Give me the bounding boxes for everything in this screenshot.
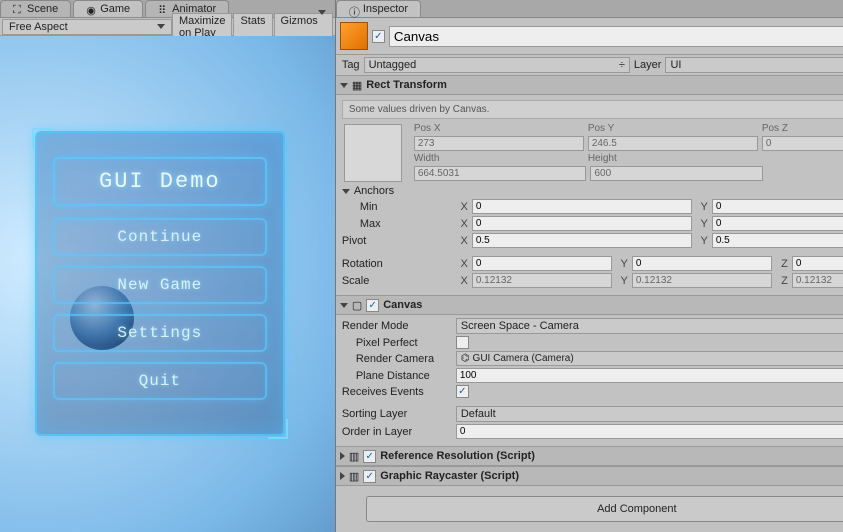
anchor-max-label: Max — [342, 218, 452, 230]
pixel-perfect-checkbox[interactable] — [456, 336, 469, 349]
tab-inspector[interactable]: ⓘInspector — [336, 0, 421, 17]
menu-title: GUI Demo — [53, 157, 267, 206]
camera-icon: ⌬ — [461, 353, 470, 364]
rect-transform-title: Rect Transform — [366, 79, 843, 91]
rect-transform-icon: ▦ — [352, 79, 362, 92]
foldout-icon — [340, 472, 345, 480]
refres-title: Reference Resolution (Script) — [380, 450, 843, 462]
reference-resolution-header[interactable]: ▥ ✓ Reference Resolution (Script) ✿ — [336, 446, 843, 466]
width-input[interactable] — [414, 166, 587, 181]
tag-dropdown[interactable]: Untagged÷ — [364, 57, 630, 73]
canvas-component-title: Canvas — [383, 299, 843, 311]
layer-dropdown[interactable]: UI÷ — [665, 57, 843, 73]
animator-icon: ⠿ — [158, 4, 168, 14]
posx-input[interactable] — [414, 136, 584, 151]
raycaster-title: Graphic Raycaster (Script) — [380, 470, 843, 482]
settings-button[interactable]: Settings — [53, 314, 267, 352]
tag-label: Tag — [342, 59, 360, 71]
pivot-x[interactable] — [472, 233, 692, 248]
rect-info: Some values driven by Canvas. — [342, 100, 843, 119]
render-camera-label: Render Camera — [342, 353, 452, 365]
canvas-component-header[interactable]: ▢ ✓ Canvas ✿ — [336, 295, 843, 315]
tab-game[interactable]: ◉Game — [73, 0, 143, 17]
rot-y[interactable] — [632, 256, 772, 271]
chevron-down-icon — [157, 24, 165, 29]
pixel-perfect-label: Pixel Perfect — [342, 337, 452, 349]
posy-input[interactable] — [588, 136, 758, 151]
refres-enable-checkbox[interactable]: ✓ — [363, 450, 376, 463]
render-camera-field[interactable]: ⌬GUI Camera (Camera) — [456, 351, 843, 366]
gui-menu-panel: GUI Demo Continue New Game Settings Quit — [35, 131, 285, 436]
game-icon: ◉ — [86, 4, 96, 14]
inspector-icon: ⓘ — [349, 4, 359, 14]
newgame-button[interactable]: New Game — [53, 266, 267, 304]
height-input[interactable] — [590, 166, 763, 181]
rot-x[interactable] — [472, 256, 612, 271]
add-component-button[interactable]: Add Component — [366, 496, 843, 522]
posz-label: Pos Z — [762, 123, 843, 134]
gameobject-icon[interactable] — [340, 22, 368, 50]
render-mode-label: Render Mode — [342, 320, 452, 332]
sorting-layer-dropdown[interactable]: Default÷ — [456, 406, 843, 422]
anchor-preset-button[interactable] — [344, 124, 402, 182]
scale-z[interactable] — [792, 273, 843, 288]
posx-label: Pos X — [414, 123, 584, 134]
width-label: Width — [414, 153, 584, 164]
graphic-raycaster-header[interactable]: ▥ ✓ Graphic Raycaster (Script) ✿ — [336, 466, 843, 486]
plane-distance-input[interactable] — [456, 368, 843, 383]
foldout-icon — [340, 303, 348, 308]
chevron-down-icon — [318, 10, 326, 27]
foldout-icon — [340, 452, 345, 460]
script-icon: ▥ — [349, 470, 359, 483]
posy-label: Pos Y — [588, 123, 758, 134]
anchors-foldout-icon[interactable] — [342, 189, 350, 194]
continue-button[interactable]: Continue — [53, 218, 267, 256]
anchor-min-y[interactable] — [712, 199, 843, 214]
tab-scene[interactable]: ⛶Scene — [0, 0, 71, 17]
height-label: Height — [588, 153, 758, 164]
scene-icon: ⛶ — [13, 4, 23, 14]
order-label: Order in Layer — [342, 426, 452, 438]
scale-x[interactable] — [472, 273, 612, 288]
inspector-header: ✓ Static — [336, 18, 843, 55]
anchor-max-x[interactable] — [472, 216, 692, 231]
layer-label: Layer — [634, 59, 662, 71]
rot-z[interactable] — [792, 256, 843, 271]
receives-events-label: Receives Events — [342, 386, 452, 398]
scale-label: Scale — [342, 275, 452, 287]
scale-y[interactable] — [632, 273, 772, 288]
object-name-input[interactable] — [389, 26, 843, 47]
anchor-min-x[interactable] — [472, 199, 692, 214]
anchor-max-y[interactable] — [712, 216, 843, 231]
active-checkbox[interactable]: ✓ — [372, 30, 385, 43]
rect-transform-header[interactable]: ▦ Rect Transform ✿ — [336, 75, 843, 95]
right-tabbar: ⓘInspector 🔒 ≡ — [336, 0, 843, 18]
render-mode-dropdown[interactable]: Screen Space - Camera÷ — [456, 318, 843, 334]
receives-events-checkbox[interactable]: ✓ — [456, 385, 469, 398]
pivot-y[interactable] — [712, 233, 843, 248]
pivot-label: Pivot — [342, 235, 452, 247]
aspect-dropdown[interactable]: Free Aspect — [2, 19, 172, 35]
sorting-layer-label: Sorting Layer — [342, 408, 452, 420]
canvas-component-icon: ▢ — [352, 299, 362, 312]
script-icon: ▥ — [349, 450, 359, 463]
rotation-label: Rotation — [342, 258, 452, 270]
posz-input[interactable] — [762, 136, 843, 151]
canvas-enable-checkbox[interactable]: ✓ — [366, 299, 379, 312]
order-input[interactable] — [456, 424, 843, 439]
game-viewport: GUI Demo Continue New Game Settings Quit — [0, 36, 335, 532]
raycaster-enable-checkbox[interactable]: ✓ — [363, 470, 376, 483]
foldout-icon — [340, 83, 348, 88]
quit-button[interactable]: Quit — [53, 362, 267, 400]
anchors-label: Anchors — [354, 185, 394, 197]
game-toolbar: Free Aspect Maximize on Play Stats Gizmo… — [0, 18, 335, 36]
plane-distance-label: Plane Distance — [342, 370, 452, 382]
anchor-min-label: Min — [342, 201, 452, 213]
